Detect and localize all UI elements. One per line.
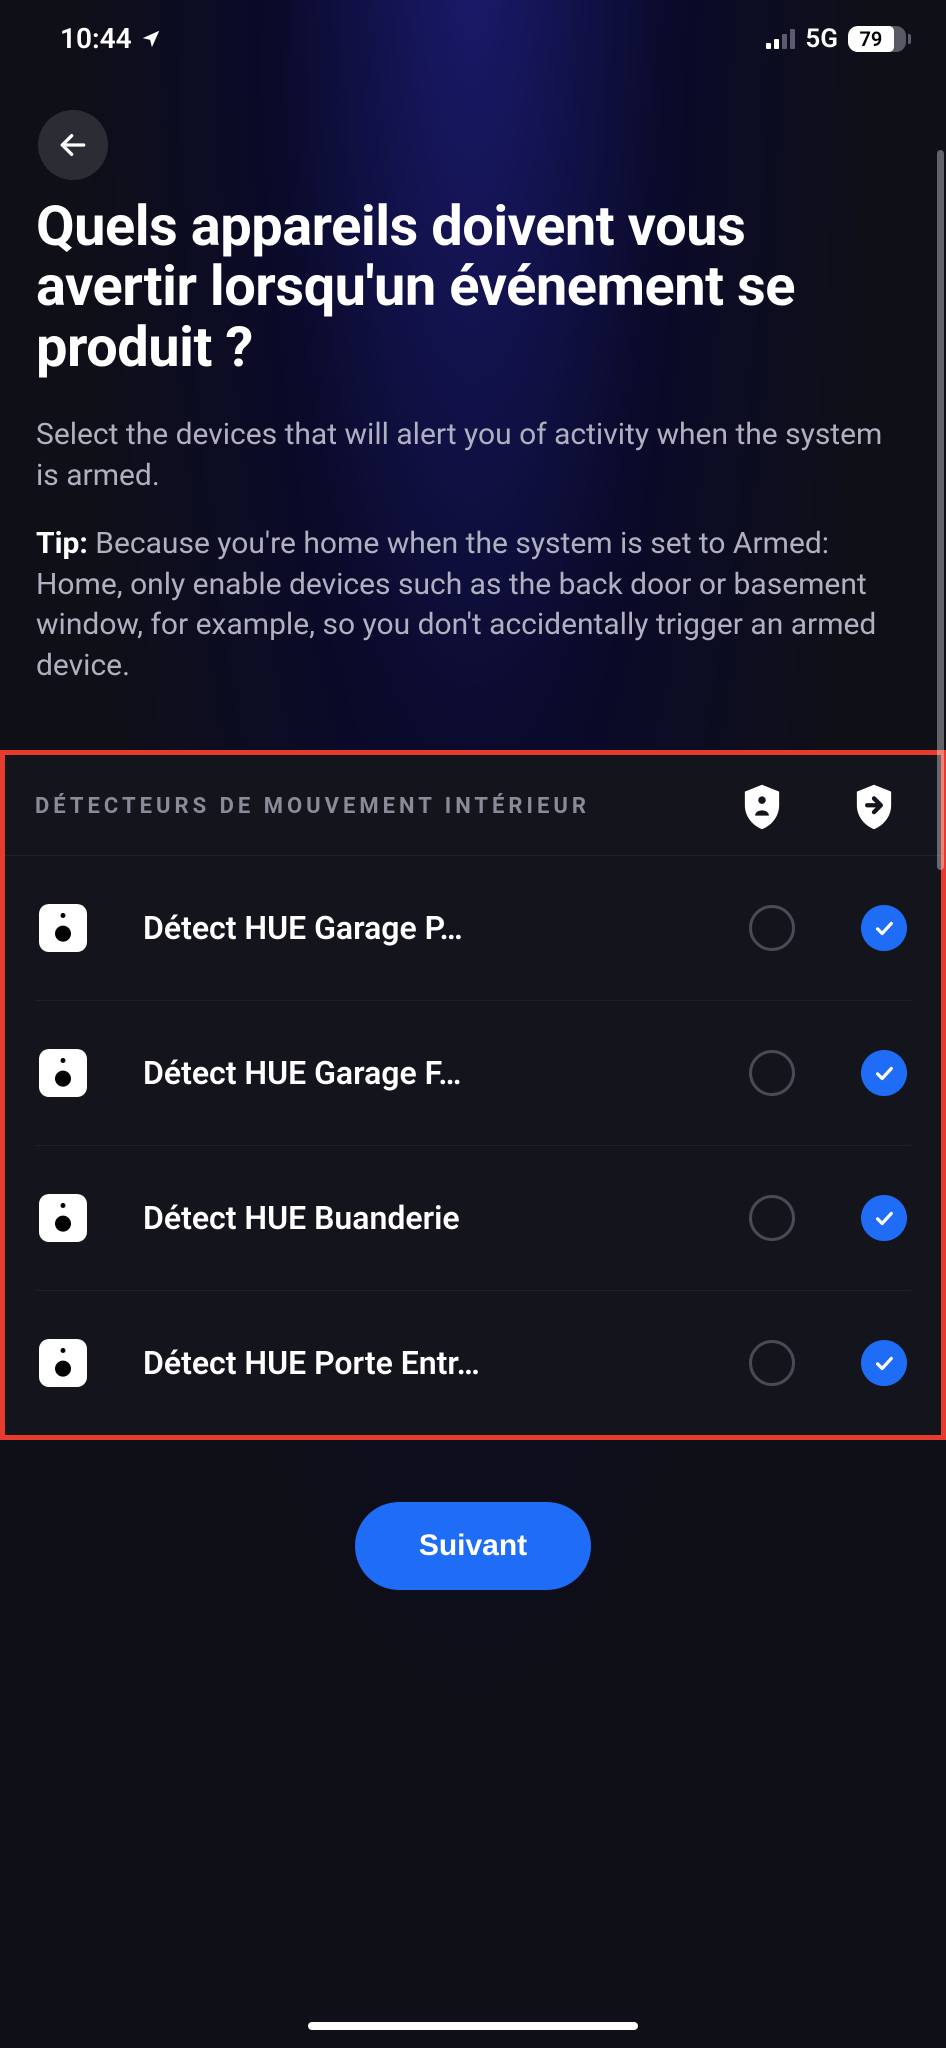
home-indicator[interactable] bbox=[308, 2022, 638, 2030]
status-time: 10:44 bbox=[60, 22, 132, 55]
checkbox-group bbox=[749, 1340, 907, 1386]
device-row: Détect HUE Garage F… bbox=[35, 1001, 911, 1146]
checkbox-home[interactable] bbox=[749, 1195, 795, 1241]
network-label: 5G bbox=[805, 24, 838, 54]
checkbox-away[interactable] bbox=[861, 905, 907, 951]
battery-icon: 79 bbox=[848, 26, 906, 52]
tip-label: Tip: bbox=[36, 526, 88, 561]
device-row: Détect HUE Porte Entr… bbox=[35, 1291, 911, 1435]
signal-icon bbox=[766, 29, 795, 49]
device-name: Détect HUE Garage F… bbox=[143, 1054, 749, 1092]
checkbox-home[interactable] bbox=[749, 1050, 795, 1096]
device-row: Détect HUE Garage P… bbox=[35, 856, 911, 1001]
motion-sensor-icon bbox=[39, 1049, 87, 1097]
shield-away-icon bbox=[851, 781, 897, 833]
location-icon bbox=[140, 28, 162, 50]
checkbox-group bbox=[749, 1050, 907, 1096]
header-icons bbox=[739, 781, 911, 833]
checkbox-home[interactable] bbox=[749, 1340, 795, 1386]
back-button[interactable] bbox=[38, 110, 108, 180]
checkbox-group bbox=[749, 905, 907, 951]
device-name: Détect HUE Buanderie bbox=[143, 1199, 749, 1237]
device-name: Détect HUE Garage P… bbox=[143, 909, 749, 947]
device-name: Détect HUE Porte Entr… bbox=[143, 1344, 749, 1382]
status-bar: 10:44 5G 79 bbox=[0, 0, 946, 65]
tip-text: Because you're home when the system is s… bbox=[36, 526, 876, 683]
motion-sensor-icon bbox=[39, 1194, 87, 1242]
checkbox-away[interactable] bbox=[861, 1340, 907, 1386]
shield-home-icon bbox=[739, 781, 785, 833]
scroll-indicator[interactable] bbox=[937, 150, 944, 870]
section-header: DÉTECTEURS DE MOUVEMENT INTÉRIEUR bbox=[5, 755, 941, 856]
checkbox-away[interactable] bbox=[861, 1050, 907, 1096]
tip-paragraph: Tip: Because you're home when the system… bbox=[36, 524, 910, 686]
motion-sensor-icon bbox=[39, 904, 87, 952]
arrow-left-icon bbox=[57, 129, 89, 161]
checkbox-group bbox=[749, 1195, 907, 1241]
checkbox-away[interactable] bbox=[861, 1195, 907, 1241]
status-right: 5G 79 bbox=[766, 24, 906, 54]
next-button[interactable]: Suivant bbox=[355, 1502, 591, 1590]
checkbox-home[interactable] bbox=[749, 905, 795, 951]
page-title: Quels appareils doivent vous avertir lor… bbox=[36, 196, 910, 377]
status-left: 10:44 bbox=[60, 22, 162, 55]
device-row: Détect HUE Buanderie bbox=[35, 1146, 911, 1291]
motion-sensor-icon bbox=[39, 1339, 87, 1387]
device-rows: Détect HUE Garage P… Détect HUE Garage F…… bbox=[5, 856, 941, 1435]
page-subtitle: Select the devices that will alert you o… bbox=[36, 415, 910, 496]
section-label: DÉTECTEURS DE MOUVEMENT INTÉRIEUR bbox=[35, 792, 739, 823]
battery-level: 79 bbox=[848, 26, 894, 52]
devices-section-highlighted: DÉTECTEURS DE MOUVEMENT INTÉRIEUR Détect… bbox=[0, 750, 946, 1440]
